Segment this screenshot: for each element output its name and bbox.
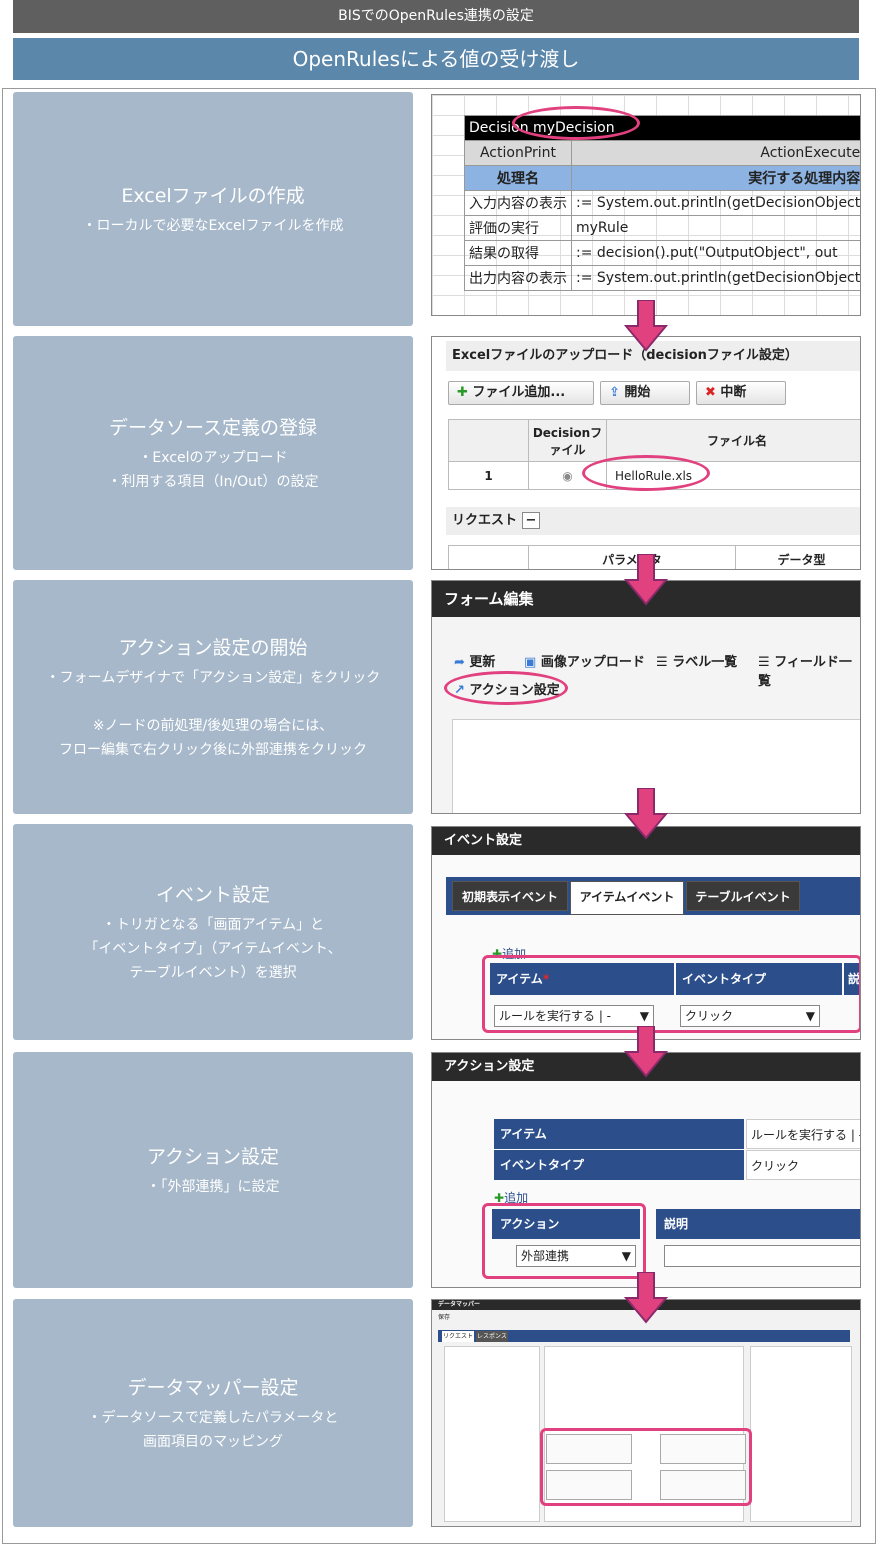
action-screenshot: アクション設定 アイテム ルールを実行する | - イベントタイプ クリック ✚… <box>431 1052 861 1288</box>
tab-response[interactable]: レスポンス <box>476 1331 508 1342</box>
highlight <box>482 955 860 1033</box>
col-header: 実行する処理内容 <box>570 165 860 191</box>
step-action-start: アクション設定の開始・フォームデザイナで「アクション設定」をクリック ※ノードの… <box>13 580 413 814</box>
event-type-value: クリック <box>746 1150 860 1180</box>
excel-screenshot: Decision myDecision ActionPrint ActionExe… <box>431 94 861 316</box>
upload-icon: ⇪ <box>609 385 625 400</box>
step-desc: ・「外部連携」に設定 <box>146 1178 280 1195</box>
step-excel: Excelファイルの作成・ローカルで必要なExcelファイルを作成 <box>13 92 413 326</box>
col-decision: Decisionファイル <box>528 419 607 462</box>
down-arrow-icon <box>624 1272 668 1324</box>
collapse-icon[interactable]: − <box>521 512 541 529</box>
excel-table: Decision myDecision ActionPrint ActionExe… <box>463 115 860 291</box>
update-icon: ➦ <box>454 655 470 670</box>
list-icon: ☰ <box>758 655 775 670</box>
highlight <box>444 671 568 705</box>
cell: 入力内容の表示 <box>464 190 572 216</box>
item-value: ルールを実行する | - <box>746 1119 860 1149</box>
upload-screenshot: Excelファイルのアップロード（decisionファイル設定） ✚ ファイル追… <box>431 336 861 570</box>
desc-header: 説明 <box>656 1209 860 1239</box>
down-arrow-icon <box>624 300 668 352</box>
row-number: 1 <box>448 461 529 490</box>
item-label: アイテム <box>494 1119 744 1149</box>
step-mapper: データマッパー設定・データソースで定義したパラメータと 画面項目のマッピング <box>13 1299 413 1527</box>
cell: := decision().put("OutputObject", out <box>570 240 860 266</box>
form-screenshot: フォーム編集 ➦ 更新 ▣ 画像アップロード ☰ ラベル一覧 ☰ フィールド一覧… <box>431 580 861 814</box>
event-screenshot: イベント設定 初期表示イベント アイテムイベント テーブルイベント ✚追加 アイ… <box>431 826 861 1040</box>
col-datatype: データ型 <box>735 545 860 569</box>
step-event: イベント設定・トリガとなる「画面アイテム」と 「イベントタイプ」（アイテムイベン… <box>13 824 413 1040</box>
left-tree <box>444 1346 540 1522</box>
highlight <box>582 455 710 491</box>
step-datasource: データソース定義の登録・Excelのアップロード ・利用する項目（In/Out）… <box>13 336 413 570</box>
cell: := System.out.println(getDecisionObject <box>570 265 860 291</box>
field-list-button[interactable]: ☰ フィールド一覧 <box>758 651 860 689</box>
step-title: データマッパー設定 <box>127 1376 299 1399</box>
event-type-label: イベントタイプ <box>494 1150 744 1180</box>
col-header: 処理名 <box>464 165 572 191</box>
request-section: リクエスト − <box>446 507 860 535</box>
step-title: アクション設定 <box>146 1145 280 1168</box>
add-file-button[interactable]: ✚ ファイル追加... <box>448 381 594 405</box>
step-desc: ・Excelのアップロード ・利用する項目（In/Out）の設定 <box>107 449 319 490</box>
list-icon: ☰ <box>656 655 673 670</box>
down-arrow-icon <box>624 554 668 606</box>
col-header: ActionPrint <box>464 140 572 166</box>
tab-request[interactable]: リクエスト <box>442 1331 474 1342</box>
desc-input[interactable] <box>664 1245 860 1267</box>
image-upload-button[interactable]: ▣ 画像アップロード <box>524 651 645 670</box>
step-desc: ・ローカルで必要なExcelファイルを作成 <box>82 217 344 234</box>
down-arrow-icon <box>624 1026 668 1078</box>
tab-initial[interactable]: 初期表示イベント <box>452 881 568 911</box>
step-action: アクション設定・「外部連携」に設定 <box>13 1052 413 1288</box>
mapper-screenshot: データマッパー 保存 リクエスト レスポンス <box>431 1299 861 1527</box>
page-subtitle: OpenRulesによる値の受け渡し <box>13 38 859 80</box>
step-desc: ・トリガとなる「画面アイテム」と 「イベントタイプ」（アイテムイベント、 テーブ… <box>84 916 342 981</box>
stop-button[interactable]: ✖ 中断 <box>696 381 786 405</box>
highlight <box>540 1428 752 1506</box>
step-desc: ・データソースで定義したパラメータと 画面項目のマッピング <box>87 1409 339 1450</box>
update-button[interactable]: ➦ 更新 <box>454 651 495 670</box>
cell: 結果の取得 <box>464 240 572 266</box>
cell: := System.out.println(getDecisionObject <box>570 190 860 216</box>
step-title: Excelファイルの作成 <box>121 184 305 207</box>
right-tree <box>750 1346 852 1522</box>
step-title: アクション設定の開始 <box>118 636 308 659</box>
highlight <box>512 106 640 140</box>
image-icon: ▣ <box>524 655 541 670</box>
save-button[interactable]: 保存 <box>438 1312 450 1321</box>
cell: 評価の実行 <box>464 215 572 241</box>
step-desc: ・フォームデザイナで「アクション設定」をクリック ※ノードの前処理/後処理の場合… <box>45 669 381 758</box>
cell: 出力内容の表示 <box>464 265 572 291</box>
label-list-button[interactable]: ☰ ラベル一覧 <box>656 651 737 670</box>
tab-table[interactable]: テーブルイベント <box>686 881 800 911</box>
page-header: BISでのOpenRules連携の設定 <box>13 0 859 33</box>
close-icon: ✖ <box>705 385 721 400</box>
radio-button[interactable]: ◉ <box>562 469 572 483</box>
down-arrow-icon <box>624 788 668 840</box>
col-header: ActionExecute <box>570 140 860 166</box>
cell: myRule <box>570 215 860 241</box>
tab-item[interactable]: アイテムイベント <box>570 881 684 915</box>
step-title: イベント設定 <box>155 883 270 906</box>
plus-icon: ✚ <box>457 385 473 400</box>
start-button[interactable]: ⇪ 開始 <box>600 381 690 405</box>
step-title: データソース定義の登録 <box>108 416 318 439</box>
highlight <box>482 1203 646 1279</box>
